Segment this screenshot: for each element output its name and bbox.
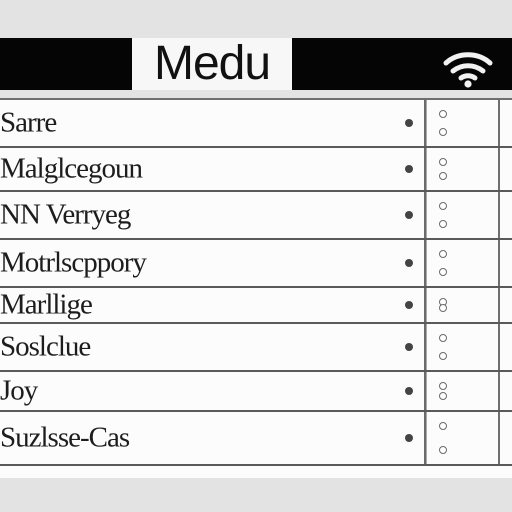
small-circle-icon bbox=[439, 304, 447, 312]
menu-item-label: Soslclue bbox=[0, 330, 91, 363]
dot-icon[interactable] bbox=[405, 211, 413, 219]
small-circle-icon bbox=[439, 392, 447, 400]
small-circle-icon bbox=[439, 382, 447, 390]
small-circle-icon bbox=[439, 172, 447, 180]
column-divider bbox=[498, 324, 500, 370]
column-divider bbox=[498, 240, 500, 286]
menu-side-cell bbox=[426, 288, 512, 322]
menu-item-cell[interactable]: Marllige bbox=[0, 288, 426, 322]
menu-item-label: Sarre bbox=[0, 106, 57, 139]
small-circle-icon bbox=[439, 268, 447, 276]
column-divider bbox=[498, 412, 500, 464]
column-divider bbox=[498, 148, 500, 190]
menu-side-cell bbox=[426, 412, 512, 464]
small-circle-icon bbox=[439, 110, 447, 118]
column-divider bbox=[498, 100, 500, 146]
menu-row-0[interactable]: Sarre bbox=[0, 100, 512, 148]
small-circle-icon bbox=[439, 220, 447, 228]
header-bar: Medu bbox=[0, 38, 512, 90]
menu-screen: Medu Sarre Malglcegoun NN Verryeg Motrls… bbox=[0, 0, 512, 512]
menu-item-label: Motrlscppory bbox=[0, 246, 147, 279]
small-circle-icon bbox=[439, 158, 447, 166]
menu-item-cell[interactable]: Malglcegoun bbox=[0, 148, 426, 190]
menu-item-label: Marllige bbox=[0, 288, 93, 321]
menu-table: Sarre Malglcegoun NN Verryeg Motrlscppor… bbox=[0, 98, 512, 480]
wifi-icon bbox=[443, 52, 493, 88]
menu-item-cell[interactable]: NN Verryeg bbox=[0, 192, 426, 238]
menu-side-cell bbox=[426, 192, 512, 238]
dot-icon[interactable] bbox=[405, 301, 413, 309]
menu-side-cell bbox=[426, 372, 512, 410]
page-title: Medu bbox=[153, 37, 271, 90]
dot-icon[interactable] bbox=[405, 119, 413, 127]
dot-icon[interactable] bbox=[405, 434, 413, 442]
small-circle-icon bbox=[439, 334, 447, 342]
menu-row-7[interactable]: Suzlsse-Cas bbox=[0, 412, 512, 466]
small-circle-icon bbox=[439, 202, 447, 210]
small-circle-icon bbox=[439, 128, 447, 136]
menu-row-6[interactable]: Joy bbox=[0, 372, 512, 412]
dot-icon[interactable] bbox=[405, 165, 413, 173]
menu-row-3[interactable]: Motrlscppory bbox=[0, 240, 512, 288]
small-circle-icon bbox=[439, 352, 447, 360]
menu-side-cell bbox=[426, 148, 512, 190]
menu-item-label: Joy bbox=[0, 374, 38, 407]
menu-row-4[interactable]: Marllige bbox=[0, 288, 512, 324]
column-divider bbox=[498, 288, 500, 322]
dot-icon[interactable] bbox=[405, 343, 413, 351]
menu-item-cell[interactable]: Motrlscppory bbox=[0, 240, 426, 286]
menu-row-1[interactable]: Malglcegoun bbox=[0, 148, 512, 192]
menu-item-cell[interactable]: Soslclue bbox=[0, 324, 426, 370]
menu-side-cell bbox=[426, 100, 512, 146]
menu-item-label: Malglcegoun bbox=[0, 152, 143, 185]
menu-row-2[interactable]: NN Verryeg bbox=[0, 192, 512, 240]
column-divider bbox=[498, 372, 500, 410]
dot-icon[interactable] bbox=[405, 387, 413, 395]
menu-side-cell bbox=[426, 240, 512, 286]
small-circle-icon bbox=[439, 250, 447, 258]
menu-side-cell bbox=[426, 324, 512, 370]
bottom-padding bbox=[0, 478, 512, 512]
menu-item-cell[interactable]: Suzlsse-Cas bbox=[0, 412, 426, 464]
menu-row-5[interactable]: Soslclue bbox=[0, 324, 512, 372]
menu-item-cell[interactable]: Sarre bbox=[0, 100, 426, 146]
menu-item-label: Suzlsse-Cas bbox=[0, 421, 130, 454]
menu-item-label: NN Verryeg bbox=[0, 198, 131, 231]
dot-icon[interactable] bbox=[405, 259, 413, 267]
header-title-container: Medu bbox=[132, 38, 292, 90]
column-divider bbox=[498, 192, 500, 238]
menu-item-cell[interactable]: Joy bbox=[0, 372, 426, 410]
small-circle-icon bbox=[439, 422, 447, 430]
small-circle-icon bbox=[439, 446, 447, 454]
